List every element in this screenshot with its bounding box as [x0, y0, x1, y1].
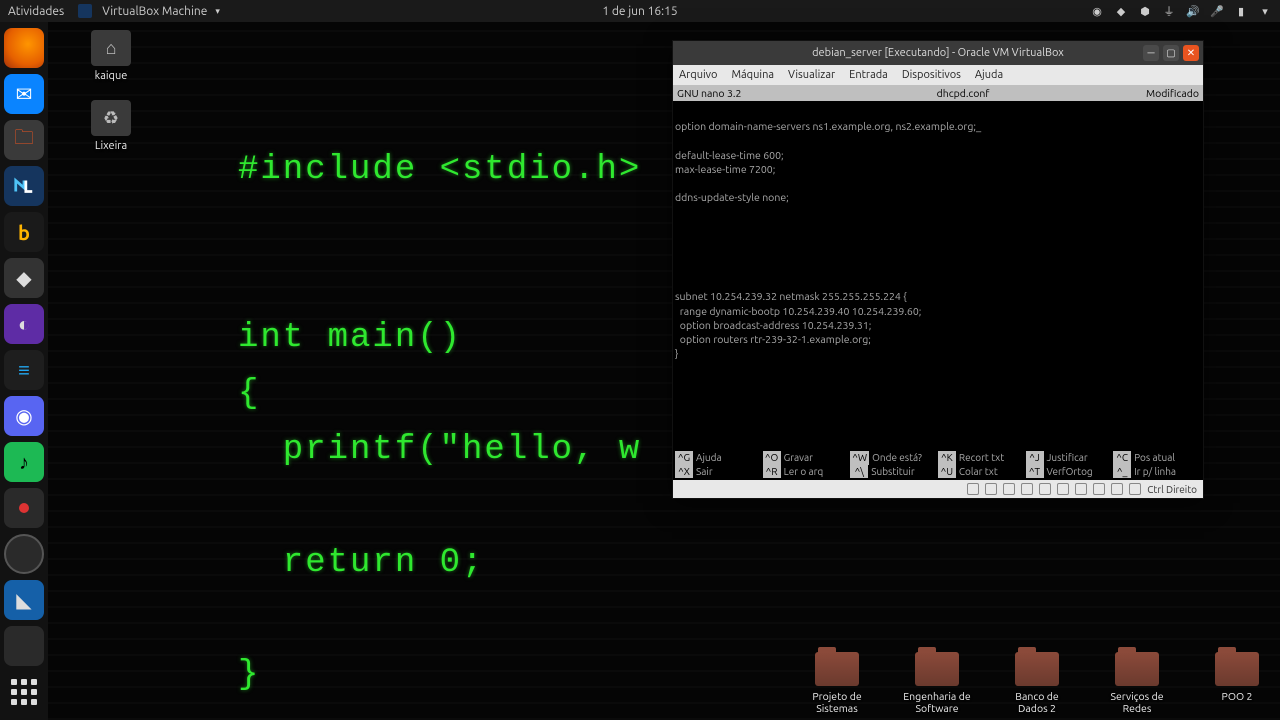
desktop-icon-lixeira[interactable]: ♻ Lixeira — [76, 100, 146, 152]
virtualbox-launcher[interactable] — [4, 166, 44, 206]
folder-icon: ♻ — [91, 100, 131, 136]
status-icon[interactable] — [1021, 483, 1033, 495]
host-key-label: Ctrl Direito — [1147, 484, 1197, 495]
firefox-launcher[interactable] — [4, 28, 44, 68]
nano-shortcut: ^XSair — [675, 465, 763, 479]
folder-icon — [815, 652, 859, 686]
thunderbird-launcher[interactable]: ✉ — [4, 74, 44, 114]
nano-shortcut: ^OGravar — [763, 451, 851, 465]
menu-visualizar[interactable]: Visualizar — [788, 69, 835, 81]
menu-máquina[interactable]: Máquina — [731, 69, 774, 81]
window-title: debian_server [Executando] - Oracle VM V… — [812, 47, 1064, 59]
desktop-folder[interactable]: Projeto de Sistemas — [802, 652, 872, 714]
folder-icon — [915, 652, 959, 686]
status-icon[interactable] — [1129, 483, 1141, 495]
status-icon[interactable] — [1039, 483, 1051, 495]
desktop-folder[interactable]: POO 2 — [1202, 652, 1272, 714]
nano-shortcut: ^_Ir p/ linha — [1113, 465, 1201, 479]
show-applications-button[interactable] — [0, 672, 48, 712]
status-icon[interactable] — [1057, 483, 1069, 495]
discord-tray-icon[interactable]: ◆ — [1114, 4, 1128, 18]
status-icon[interactable] — [1093, 483, 1105, 495]
vm-menubar: Arquivo Máquina Visualizar Entrada Dispositi… — [673, 65, 1203, 85]
folder-label: Banco de Dados 2 — [1002, 690, 1072, 714]
top-panel: Atividades VirtualBox Machine 1 de jun 1… — [0, 0, 1280, 22]
status-icon[interactable] — [967, 483, 979, 495]
folder-icon — [1215, 652, 1259, 686]
desktop-icon-kaique[interactable]: ⌂ kaique — [76, 30, 146, 82]
desktop-folder-row: Projeto de Sistemas Engenharia de Softwar… — [802, 652, 1272, 720]
wireshark-launcher[interactable]: ◣ — [4, 580, 44, 620]
maximize-button[interactable]: ▢ — [1163, 45, 1179, 61]
obs-launcher[interactable] — [4, 534, 44, 574]
menu-arquivo[interactable]: Arquivo — [679, 69, 717, 81]
desktop-folder[interactable]: Engenharia de Software — [902, 652, 972, 714]
nano-shortcuts: ^GAjuda^OGravar^WOnde está?^KRecort txt^… — [673, 451, 1203, 480]
spotify-launcher[interactable]: ♪ — [4, 442, 44, 482]
volume-icon[interactable]: 🔊 — [1186, 4, 1200, 18]
folder-label: Projeto de Sistemas — [802, 690, 872, 714]
vm-statusbar: Ctrl Direito — [673, 480, 1203, 498]
chevron-down-icon[interactable]: ▾ — [1258, 4, 1272, 18]
icon-label: kaique — [76, 70, 146, 82]
app-launcher[interactable]: ◐ — [4, 304, 44, 344]
screenrec-launcher[interactable] — [4, 488, 44, 528]
folder-label: POO 2 — [1202, 690, 1272, 702]
nano-content[interactable]: option domain-name-servers ns1.example.o… — [673, 101, 1203, 451]
nano-shortcut: ^UColar txt — [938, 465, 1026, 479]
nano-shortcut: ^GAjuda — [675, 451, 763, 465]
status-icon[interactable] — [985, 483, 997, 495]
beekeeper-launcher[interactable]: b — [4, 212, 44, 252]
nano-shortcut: ^KRecort txt — [938, 451, 1026, 465]
nano-shortcut: ^JJustificar — [1026, 451, 1114, 465]
menu-dispositivos[interactable]: Dispositivos — [902, 69, 961, 81]
tray-icon[interactable]: ◉ — [1090, 4, 1104, 18]
files-launcher[interactable]: 🗀 — [4, 120, 44, 160]
nano-shortcut: ^CPos atual — [1113, 451, 1201, 465]
network-icon[interactable]: ⏚ — [1162, 4, 1176, 18]
nano-shortcut: ^RLer o arq — [763, 465, 851, 479]
folder-label: Engenharia de Software — [902, 690, 972, 714]
nano-shortcut: ^\Substituir — [850, 465, 938, 479]
desktop: #include <stdio.h> int main() { printf("… — [48, 22, 1280, 720]
close-button[interactable]: ✕ — [1183, 45, 1199, 61]
mic-icon[interactable]: 🎤 — [1210, 4, 1224, 18]
nano-shortcut: ^WOnde está? — [850, 451, 938, 465]
nano-shortcut: ^TVerfOrtog — [1026, 465, 1114, 479]
virtualbox-window[interactable]: debian_server [Executando] - Oracle VM V… — [672, 40, 1204, 499]
tray-icon[interactable]: ⬢ — [1138, 4, 1152, 18]
menu-entrada[interactable]: Entrada — [849, 69, 888, 81]
apps-grid-icon — [11, 679, 37, 705]
desktop-folder[interactable]: Serviços de Redes — [1102, 652, 1172, 714]
status-icon[interactable] — [1075, 483, 1087, 495]
vm-display[interactable]: GNU nano 3.2 dhcpd.conf Modificado optio… — [673, 85, 1203, 480]
menu-ajuda[interactable]: Ajuda — [975, 69, 1003, 81]
discord-launcher[interactable]: ◉ — [4, 396, 44, 436]
status-icon[interactable] — [1003, 483, 1015, 495]
inkscape-launcher[interactable]: ◆ — [4, 258, 44, 298]
app-menu[interactable]: VirtualBox Machine — [78, 4, 220, 18]
activities-button[interactable]: Atividades — [8, 5, 64, 18]
icon-label: Lixeira — [76, 140, 146, 152]
folder-label: Serviços de Redes — [1102, 690, 1172, 714]
clock[interactable]: 1 de jun 16:15 — [602, 5, 677, 18]
window-titlebar[interactable]: debian_server [Executando] - Oracle VM V… — [673, 41, 1203, 65]
desktop-folder[interactable]: Banco de Dados 2 — [1002, 652, 1072, 714]
folder-icon: ⌂ — [91, 30, 131, 66]
nano-header: GNU nano 3.2 dhcpd.conf Modificado — [673, 85, 1203, 101]
folder-icon — [1015, 652, 1059, 686]
battery-icon[interactable]: ▮ — [1234, 4, 1248, 18]
app-launcher[interactable] — [4, 626, 44, 666]
minimize-button[interactable]: ─ — [1143, 45, 1159, 61]
system-tray: ◉ ◆ ⬢ ⏚ 🔊 🎤 ▮ ▾ — [1090, 4, 1272, 18]
folder-icon — [1115, 652, 1159, 686]
vscode-launcher[interactable]: ≡ — [4, 350, 44, 390]
status-icon[interactable] — [1111, 483, 1123, 495]
dock: ✉ 🗀 b ◆ ◐ ≡ ◉ ♪ ◣ — [0, 22, 48, 720]
wallpaper-code: #include <stdio.h> int main() { printf("… — [238, 142, 641, 703]
